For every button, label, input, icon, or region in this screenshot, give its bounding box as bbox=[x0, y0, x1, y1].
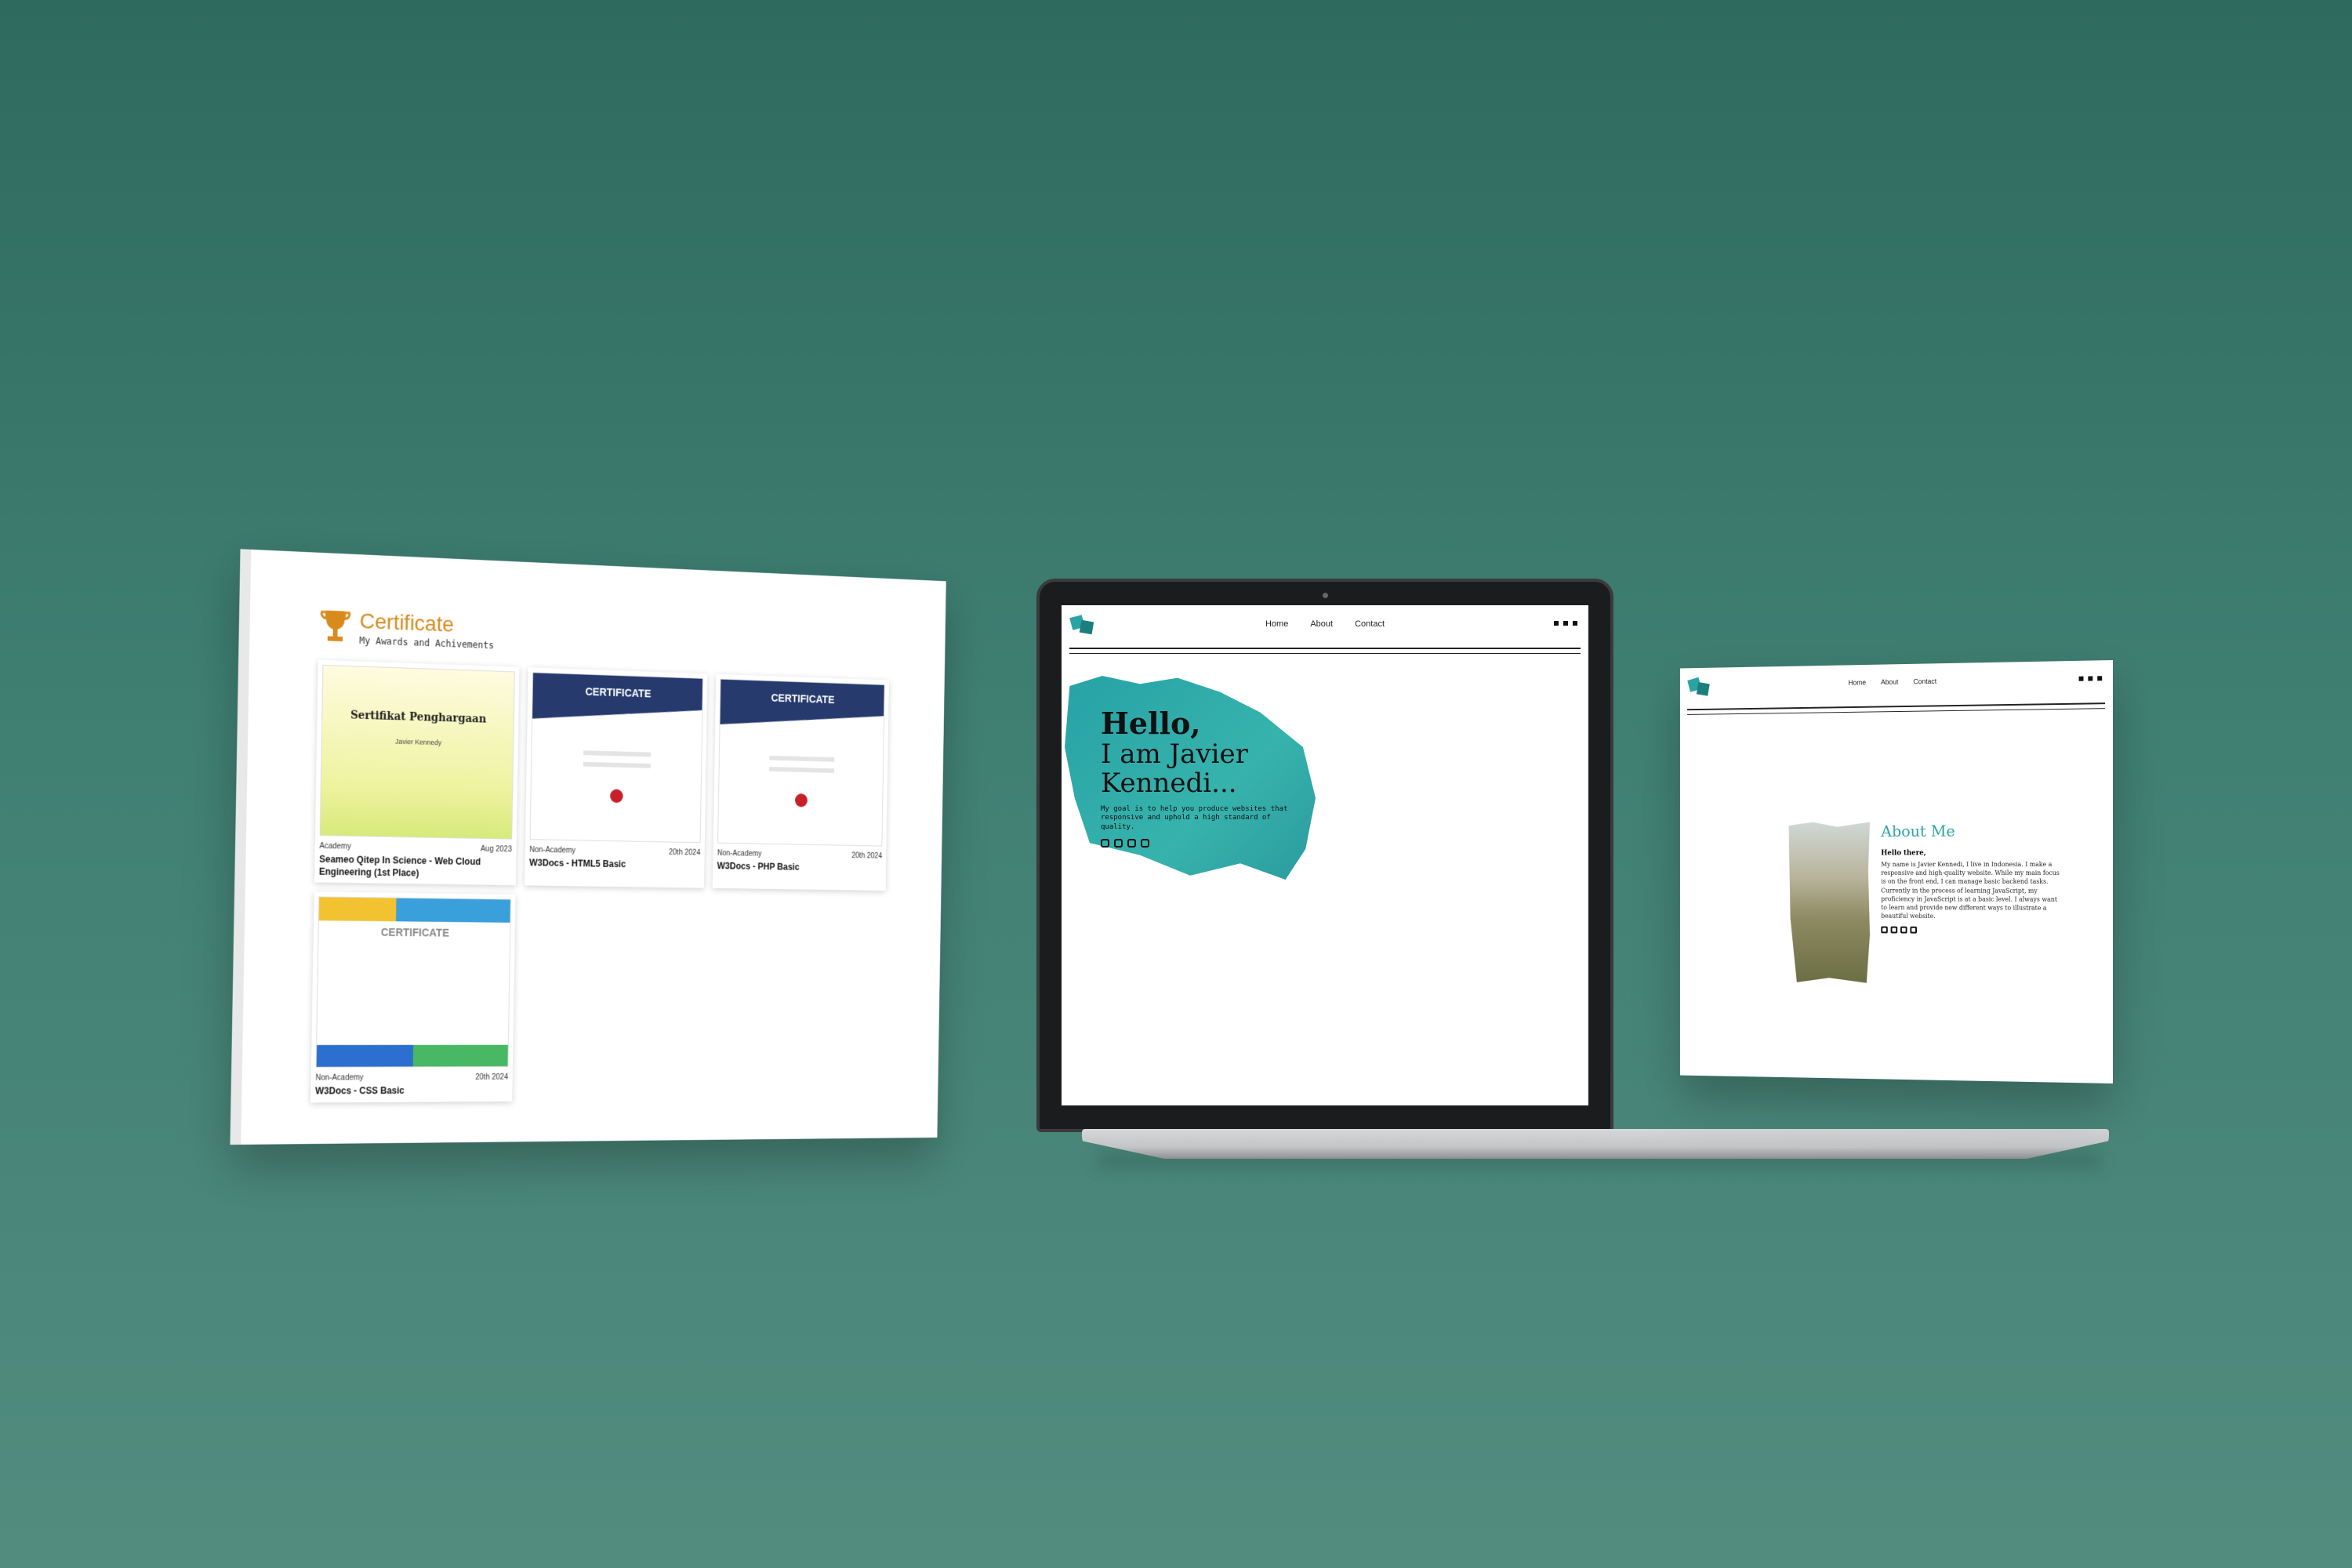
hero-name-line1: I am Javier bbox=[1101, 738, 1248, 770]
about-section: About Me Hello there, My name is Javier … bbox=[1881, 821, 2063, 935]
youtube-icon[interactable] bbox=[1127, 838, 1136, 848]
youtube-icon[interactable] bbox=[2097, 676, 2103, 681]
certificate-card[interactable]: CERTIFICATE Non-Academy 20th 2024 W3Docs… bbox=[712, 673, 889, 891]
nav-home-link[interactable]: Home bbox=[1265, 619, 1288, 629]
certificate-thumbnail: CERTIFICATE bbox=[315, 896, 511, 1068]
seal-icon bbox=[610, 789, 623, 804]
certificate-card[interactable]: CERTIFICATE Non-Academy 20th 2024 W3Docs… bbox=[524, 667, 708, 888]
nav-about-link[interactable]: About bbox=[1881, 678, 1898, 686]
github-icon[interactable] bbox=[1114, 838, 1123, 848]
hero-description: My goal is to help you produce websites … bbox=[1101, 804, 1288, 831]
hero-section: Hello, I am Javier Kennedi... My goal is… bbox=[1101, 707, 1305, 848]
certificate-thumbnail: Sertifikat Penghargaan Javier Kennedy bbox=[319, 664, 515, 840]
about-page-mockup: Home About Contact About Me Hello there,… bbox=[1679, 660, 2113, 1083]
youtube-icon[interactable] bbox=[1573, 621, 1577, 626]
certificate-page-mockup: Certificate My Awards and Achivements Se… bbox=[230, 549, 946, 1145]
hero-greeting: Hello, bbox=[1101, 706, 1201, 741]
site-navbar: Home About Contact bbox=[1680, 660, 2113, 721]
nav-contact-link[interactable]: Contact bbox=[1913, 677, 1936, 685]
certificate-header: Certificate My Awards and Achivements bbox=[318, 607, 884, 665]
certificate-category: Non-Academy bbox=[717, 849, 762, 858]
github-icon[interactable] bbox=[1563, 621, 1568, 626]
thumbnail-title: CERTIFICATE bbox=[380, 926, 450, 939]
certificate-thumbnail: CERTIFICATE bbox=[529, 672, 704, 844]
certificate-grid: Sertifikat Penghargaan Javier Kennedy Ac… bbox=[310, 659, 889, 1103]
github-icon[interactable] bbox=[1890, 926, 1898, 934]
about-body: My name is Javier Kennedi, I live in Ind… bbox=[1881, 861, 2060, 920]
twitter-icon[interactable] bbox=[1141, 838, 1149, 848]
page-title: Certificate bbox=[359, 608, 455, 637]
certificate-category: Academy bbox=[319, 841, 351, 851]
certificate-date: Aug 2023 bbox=[480, 844, 513, 855]
twitter-icon[interactable] bbox=[1910, 927, 1917, 934]
certificate-category: Non-Academy bbox=[315, 1073, 364, 1083]
certificate-category: Non-Academy bbox=[529, 845, 576, 855]
certificate-thumbnail: CERTIFICATE bbox=[717, 678, 885, 847]
certificate-date: 20th 2024 bbox=[851, 851, 883, 861]
thumbnail-recipient: Javier Kennedy bbox=[394, 737, 442, 747]
about-greeting: Hello there, bbox=[1881, 849, 1926, 858]
nav-home-link[interactable]: Home bbox=[1848, 679, 1866, 687]
certificate-name: Seameo Qitep In Science - Web Cloud Engi… bbox=[318, 853, 481, 879]
logo-icon bbox=[1687, 677, 1710, 696]
laptop-mockup: Home About Contact Hello, I am Javier Ke… bbox=[1036, 579, 1613, 1132]
camera-icon bbox=[1323, 593, 1328, 598]
mountain-image bbox=[1789, 822, 1870, 982]
laptop-base bbox=[1082, 1129, 2109, 1159]
nav-about-link[interactable]: About bbox=[1310, 619, 1333, 629]
site-navbar: Home About Contact bbox=[1062, 605, 1588, 660]
nav-contact-link[interactable]: Contact bbox=[1355, 619, 1385, 629]
certificate-date: 20th 2024 bbox=[475, 1073, 509, 1082]
instagram-icon[interactable] bbox=[1881, 926, 1888, 934]
certificate-card[interactable]: Sertifikat Penghargaan Javier Kennedy Ac… bbox=[314, 659, 520, 886]
about-title: About Me bbox=[1881, 821, 1955, 840]
hero-name-line2: Kennedi... bbox=[1101, 768, 1237, 800]
github-icon[interactable] bbox=[2088, 676, 2093, 681]
trophy-icon bbox=[318, 607, 352, 642]
home-page-mockup: Home About Contact Hello, I am Javier Ke… bbox=[1062, 605, 1588, 1105]
seal-icon bbox=[794, 793, 808, 808]
thumbnail-title: Sertifikat Penghargaan bbox=[350, 709, 487, 726]
instagram-icon[interactable] bbox=[2078, 676, 2084, 681]
certificate-name: W3Docs - HTML5 Basic bbox=[529, 857, 626, 870]
instagram-icon[interactable] bbox=[1554, 621, 1559, 626]
certificate-name: W3Docs - CSS Basic bbox=[315, 1085, 405, 1097]
certificate-date: 20th 2024 bbox=[669, 848, 701, 858]
youtube-icon[interactable] bbox=[1900, 926, 1907, 934]
certificate-name: W3Docs - PHP Basic bbox=[717, 860, 800, 873]
logo-icon bbox=[1069, 615, 1094, 635]
certificate-card[interactable]: CERTIFICATE Non-Academy 20th 2024 W3Docs… bbox=[310, 891, 516, 1103]
instagram-icon[interactable] bbox=[1101, 838, 1109, 848]
